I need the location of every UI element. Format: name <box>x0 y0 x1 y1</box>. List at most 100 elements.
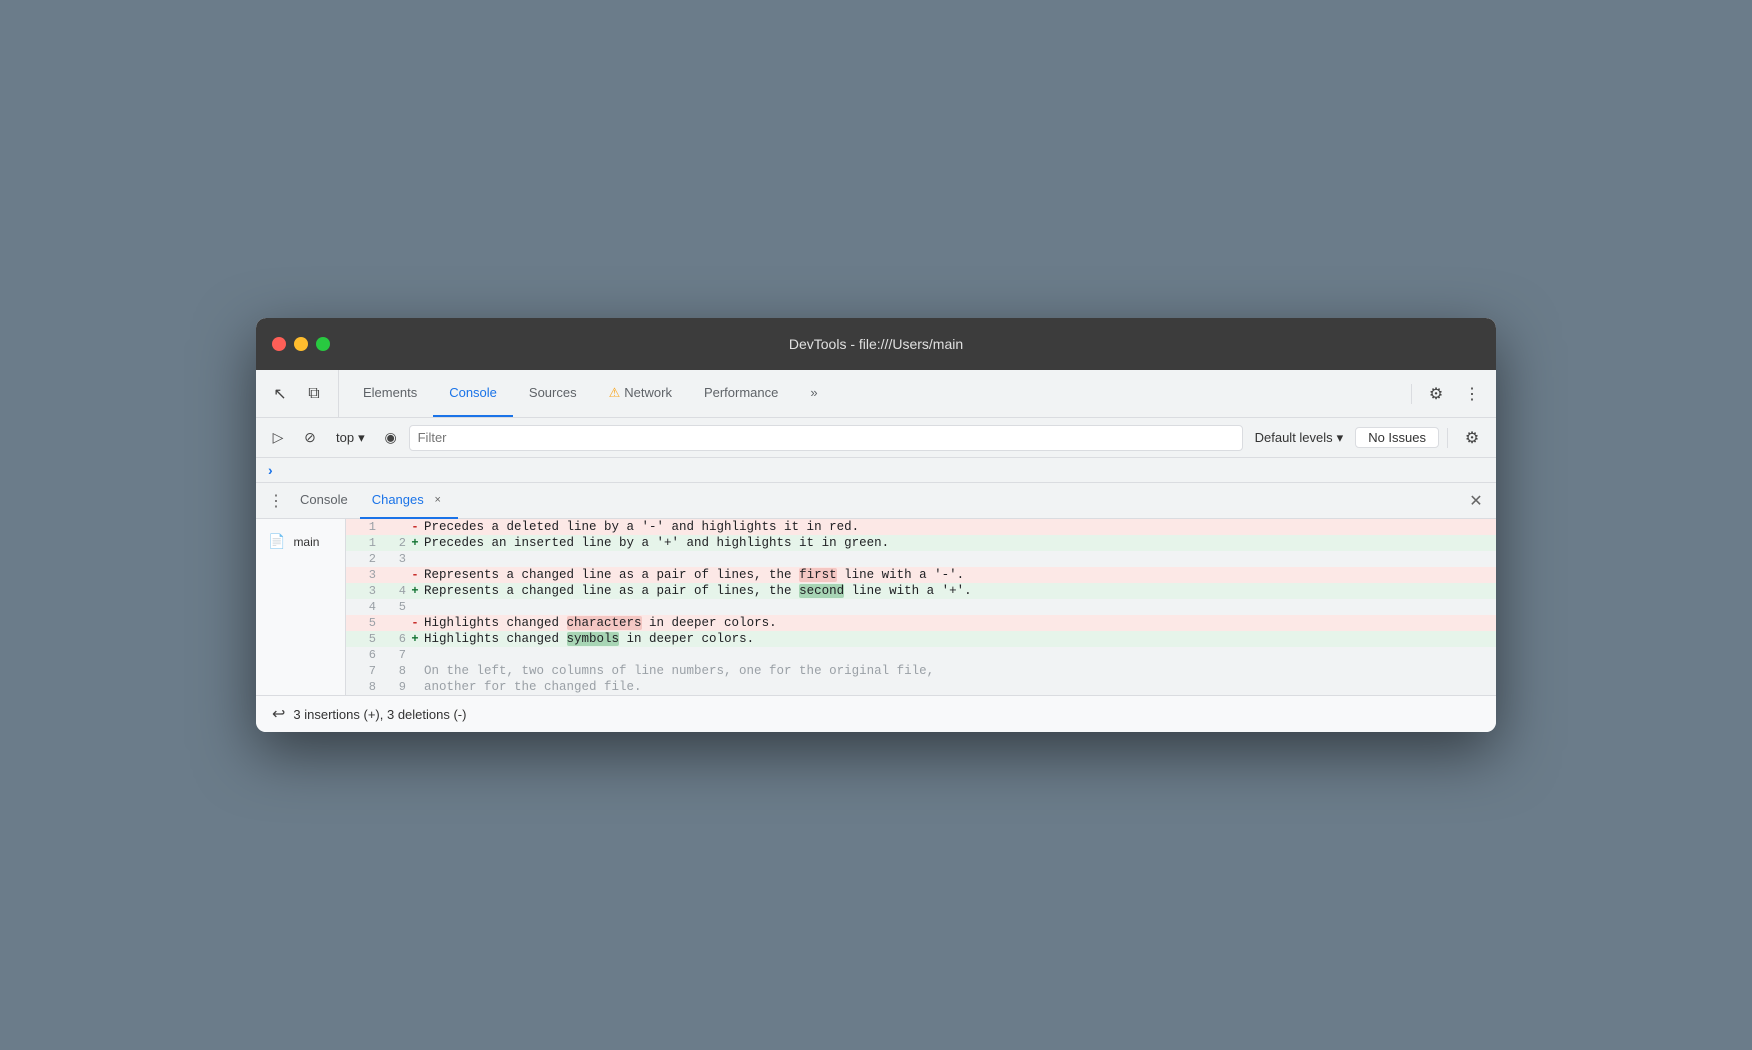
diff-summary: 3 insertions (+), 3 deletions (-) <box>293 707 466 722</box>
new-line-num <box>376 615 406 631</box>
more-vert-icon-2: ⋮ <box>268 491 284 511</box>
new-line-num <box>376 519 406 535</box>
file-icon: 📄 <box>268 533 285 550</box>
settings-button[interactable]: ⚙ <box>1420 378 1452 410</box>
new-line-num: 9 <box>376 679 406 695</box>
table-row: 23 <box>346 551 1496 567</box>
line-content <box>424 647 1496 663</box>
close-changes-tab[interactable]: × <box>430 492 446 508</box>
line-marker: + <box>406 535 424 551</box>
no-issues-button[interactable]: No Issues <box>1355 427 1439 448</box>
chevron-down-icon: ▾ <box>358 430 365 446</box>
revert-icon[interactable]: ↩ <box>272 704 285 724</box>
line-content: Highlights changed symbols in deeper col… <box>424 631 1496 647</box>
table-row: 89 another for the changed file. <box>346 679 1496 695</box>
window-title: DevTools - file:///Users/main <box>789 336 963 352</box>
new-line-num <box>376 567 406 583</box>
console-toolbar: ▷ ⊘ top ▾ ◉ Default levels ▾ No Issues ⚙ <box>256 418 1496 458</box>
old-line-num: 7 <box>346 663 376 679</box>
breadcrumb-area: › <box>256 458 1496 483</box>
new-line-num: 8 <box>376 663 406 679</box>
minimize-button[interactable] <box>294 337 308 351</box>
default-levels-dropdown[interactable]: Default levels ▾ <box>1247 428 1352 448</box>
line-marker <box>406 679 424 695</box>
tab-sources[interactable]: Sources <box>513 370 593 417</box>
cursor-icon-btn[interactable]: ↖ <box>264 378 296 410</box>
table-row: 5-Highlights changed characters in deepe… <box>346 615 1496 631</box>
table-row: 34+Represents a changed line as a pair o… <box>346 583 1496 599</box>
old-line-num: 2 <box>346 551 376 567</box>
traffic-lights <box>272 337 330 351</box>
diff-area: 1 -Precedes a deleted line by a '-' and h… <box>346 519 1496 695</box>
tab-more[interactable]: » <box>794 370 833 417</box>
block-btn[interactable]: ⊘ <box>296 424 324 452</box>
chevron-down-icon-2: ▾ <box>1337 430 1344 446</box>
table-row: 45 <box>346 599 1496 615</box>
old-line-num: 1 <box>346 535 376 551</box>
maximize-button[interactable] <box>316 337 330 351</box>
settings-console-btn[interactable]: ⚙ <box>1456 422 1488 454</box>
eye-btn[interactable]: ◉ <box>377 424 405 452</box>
sidebar-item-main[interactable]: 📄 main <box>256 527 345 556</box>
highlight-span: second <box>799 584 844 598</box>
old-line-num: 5 <box>346 631 376 647</box>
breadcrumb-arrow: › <box>268 462 273 478</box>
close-panel-btn[interactable]: ✕ <box>1464 489 1488 513</box>
tab-performance[interactable]: Performance <box>688 370 794 417</box>
line-content: Represents a changed line as a pair of l… <box>424 583 1496 599</box>
play-icon: ▷ <box>273 429 284 446</box>
table-row: 78 On the left, two columns of line numbe… <box>346 663 1496 679</box>
new-line-num: 7 <box>376 647 406 663</box>
tab-console[interactable]: Console <box>433 370 513 417</box>
play-btn[interactable]: ▷ <box>264 424 292 452</box>
line-content: Precedes a deleted line by a '-' and hig… <box>424 519 1496 535</box>
table-row: 12+Precedes an inserted line by a '+' an… <box>346 535 1496 551</box>
highlight-span: first <box>799 568 837 582</box>
line-content: another for the changed file. <box>424 679 1496 695</box>
settings-icon-2: ⚙ <box>1465 428 1479 448</box>
old-line-num: 3 <box>346 567 376 583</box>
old-line-num: 8 <box>346 679 376 695</box>
line-marker <box>406 551 424 567</box>
context-label: top <box>336 430 354 445</box>
new-line-num: 4 <box>376 583 406 599</box>
line-marker: - <box>406 519 424 535</box>
old-line-num: 1 <box>346 519 376 535</box>
file-sidebar: 📄 main <box>256 519 346 695</box>
more-options-button[interactable]: ⋮ <box>1456 378 1488 410</box>
tab-bar-icons: ↖ ⧉ <box>264 370 339 417</box>
close-button[interactable] <box>272 337 286 351</box>
warning-icon: ⚠ <box>609 385 621 401</box>
line-content: Highlights changed characters in deeper … <box>424 615 1496 631</box>
tab-network[interactable]: ⚠ Network <box>593 370 688 417</box>
tab-bar-right: ⚙ ⋮ <box>1407 370 1488 417</box>
tab-elements[interactable]: Elements <box>347 370 433 417</box>
table-row: 3-Represents a changed line as a pair of… <box>346 567 1496 583</box>
diff-footer: ↩ 3 insertions (+), 3 deletions (-) <box>256 695 1496 732</box>
divider2 <box>1447 428 1448 448</box>
line-marker <box>406 599 424 615</box>
old-line-num: 6 <box>346 647 376 663</box>
layers-icon-btn[interactable]: ⧉ <box>298 378 330 410</box>
new-line-num: 3 <box>376 551 406 567</box>
title-bar: DevTools - file:///Users/main <box>256 318 1496 370</box>
layers-icon: ⧉ <box>308 385 319 403</box>
close-icon: ✕ <box>1469 491 1482 511</box>
panel-menu-btn[interactable]: ⋮ <box>264 489 288 513</box>
more-vert-icon: ⋮ <box>1464 384 1480 404</box>
highlight-span: symbols <box>567 632 620 646</box>
sidebar-file-name: main <box>293 535 319 549</box>
table-row: 1 -Precedes a deleted line by a '-' and h… <box>346 519 1496 535</box>
filter-input[interactable] <box>409 425 1243 451</box>
line-content: On the left, two columns of line numbers… <box>424 663 1496 679</box>
new-line-num: 2 <box>376 535 406 551</box>
context-dropdown[interactable]: top ▾ <box>328 428 373 448</box>
old-line-num: 5 <box>346 615 376 631</box>
new-line-num: 6 <box>376 631 406 647</box>
changes-panel-tab[interactable]: Changes × <box>360 483 458 519</box>
console-panel-tab[interactable]: Console <box>288 483 360 519</box>
divider <box>1411 384 1412 404</box>
line-marker: + <box>406 583 424 599</box>
highlight-span: characters <box>567 616 642 630</box>
line-content: Represents a changed line as a pair of l… <box>424 567 1496 583</box>
